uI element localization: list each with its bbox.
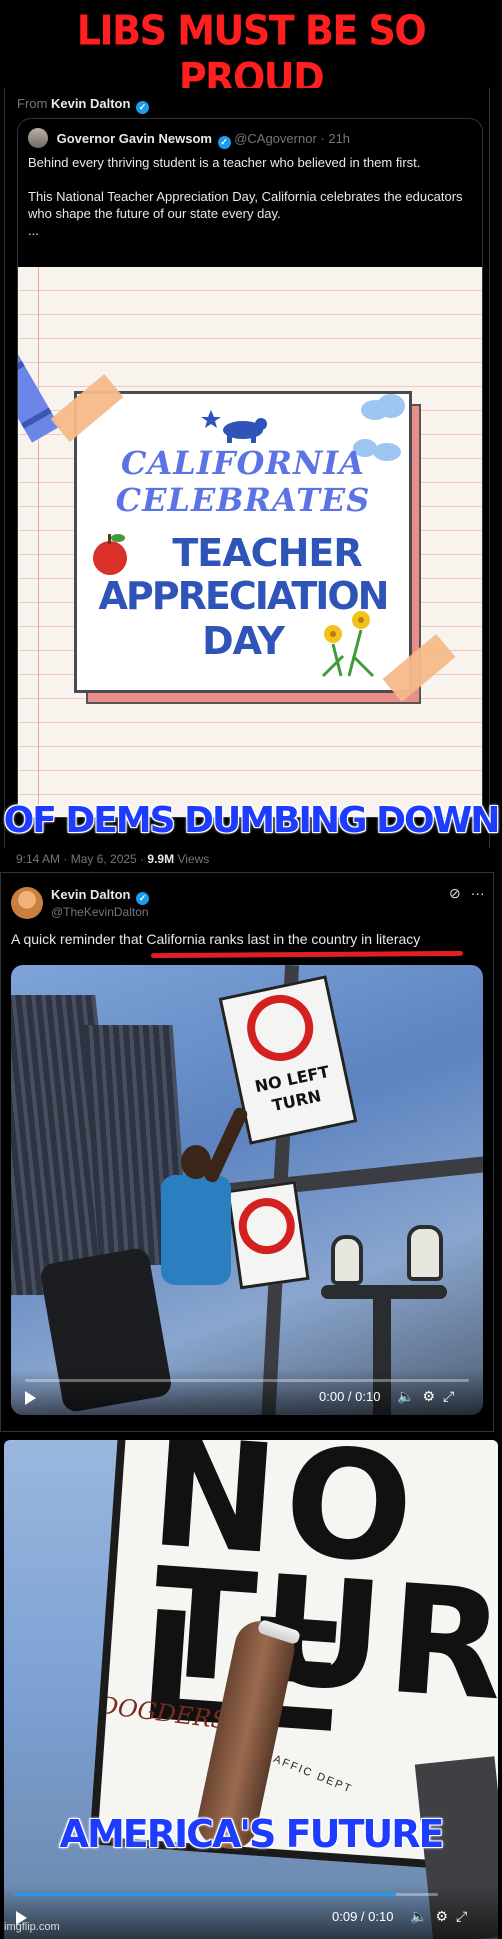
video-control-icons: 🔈⚙⤢: [397, 1388, 462, 1405]
video-controls: 0:09 / 0:10 🔈⚙⤢: [4, 1885, 498, 1939]
sign-line-teacher: TEACHER: [172, 531, 362, 575]
tweet-panel: Kevin Dalton ✓ @TheKevinDalton ⊘ ··· A q…: [0, 872, 494, 1432]
author-name[interactable]: Kevin Dalton: [51, 887, 130, 902]
quoted-author-handle[interactable]: @CAgovernor: [234, 131, 317, 146]
grok-icon[interactable]: ⊘: [449, 885, 461, 901]
flower-icon: [321, 611, 375, 678]
fullscreen-icon[interactable]: ⤢: [443, 1388, 462, 1404]
avatar[interactable]: [11, 887, 43, 919]
video-controls: 0:00 / 0:10 🔈⚙⤢: [11, 1369, 483, 1415]
play-icon[interactable]: [25, 1391, 36, 1405]
sign-line-california: CALIFORNIA: [121, 444, 365, 482]
verified-icon: ✓: [217, 136, 231, 149]
appreciation-sign: CALIFORNIA CELEBRATES TEACHER APPRECIATI…: [74, 391, 412, 693]
tweet-video[interactable]: NO LEFT TURN 0:00 / 0:10 🔈⚙⤢: [11, 965, 483, 1415]
tweet-ellipsis: ...: [28, 223, 39, 238]
red-underline: [150, 950, 464, 959]
video-time: 0:09 / 0:10: [332, 1909, 394, 1924]
from-name[interactable]: Kevin Dalton: [51, 96, 130, 111]
tweet-timestamp[interactable]: 9:14 AM · May 6, 2025 ·: [16, 852, 144, 866]
video-time: 0:00 / 0:10: [319, 1389, 381, 1404]
meme-caption-middle: OF DEMS DUMBING DOWN: [3, 800, 501, 841]
quoted-author-name[interactable]: Governor Gavin Newsom: [57, 131, 212, 146]
no-right-turn-sign: [226, 1180, 310, 1290]
views-count: 9.9M: [147, 852, 175, 866]
video-control-icons: 🔈⚙⤢: [410, 1908, 475, 1925]
tweet-meta: 9:14 AM · May 6, 2025 · 9.9M Views: [16, 852, 209, 866]
tweet-actions: ⊘ ···: [449, 885, 485, 902]
video-progress-bar[interactable]: [14, 1893, 438, 1896]
author-handle[interactable]: @TheKevinDalton: [51, 905, 149, 919]
views-label: Views: [177, 852, 210, 866]
quoted-tweet-card[interactable]: Governor Gavin Newsom ✓ @CAgovernor · 21…: [17, 118, 483, 818]
tweet-paragraph: This National Teacher Appreciation Day, …: [28, 189, 463, 221]
volume-icon[interactable]: 🔈: [397, 1388, 422, 1404]
tweet-image[interactable]: CALIFORNIA CELEBRATES TEACHER APPRECIATI…: [18, 267, 482, 817]
avatar[interactable]: [28, 128, 48, 148]
sign-line-celebrates: CELEBRATES: [115, 481, 371, 519]
settings-icon[interactable]: ⚙: [422, 1388, 443, 1404]
quoted-tweet-age: · 21h: [320, 131, 351, 146]
fullscreen-icon[interactable]: ⤢: [456, 1908, 475, 1924]
verified-icon: ✓: [136, 892, 150, 905]
verified-icon: ✓: [136, 101, 150, 114]
cloud-icon: [361, 394, 405, 420]
prohibition-icon: [235, 1194, 299, 1258]
settings-icon[interactable]: ⚙: [435, 1908, 456, 1924]
prohibition-icon: [241, 988, 320, 1068]
imgflip-watermark: imgflip.com: [4, 1921, 60, 1933]
person: [161, 1175, 231, 1285]
person-arm: [202, 1105, 250, 1185]
meme-caption-bottom: AMERICA'S FUTURE: [59, 1812, 445, 1856]
tweet-text: A quick reminder that California ranks l…: [11, 931, 421, 947]
volume-icon[interactable]: 🔈: [410, 1908, 435, 1924]
video-progress-fill: [14, 1893, 396, 1896]
from-line: From Kevin Dalton ✓: [17, 96, 150, 114]
video-progress-bar[interactable]: [25, 1379, 469, 1382]
author-name-row: Kevin Dalton ✓: [51, 887, 150, 905]
from-label: From: [17, 96, 48, 111]
quote-tweet-panel: From Kevin Dalton ✓ Governor Gavin Newso…: [4, 88, 490, 848]
tweet-paragraph: Behind every thriving student is a teach…: [28, 155, 421, 170]
quoted-tweet-text: Behind every thriving student is a teach…: [28, 154, 474, 239]
quoted-tweet-header: Governor Gavin Newsom ✓ @CAgovernor · 21…: [28, 128, 350, 149]
bear-icon: [201, 410, 267, 443]
more-icon[interactable]: ···: [471, 885, 485, 901]
